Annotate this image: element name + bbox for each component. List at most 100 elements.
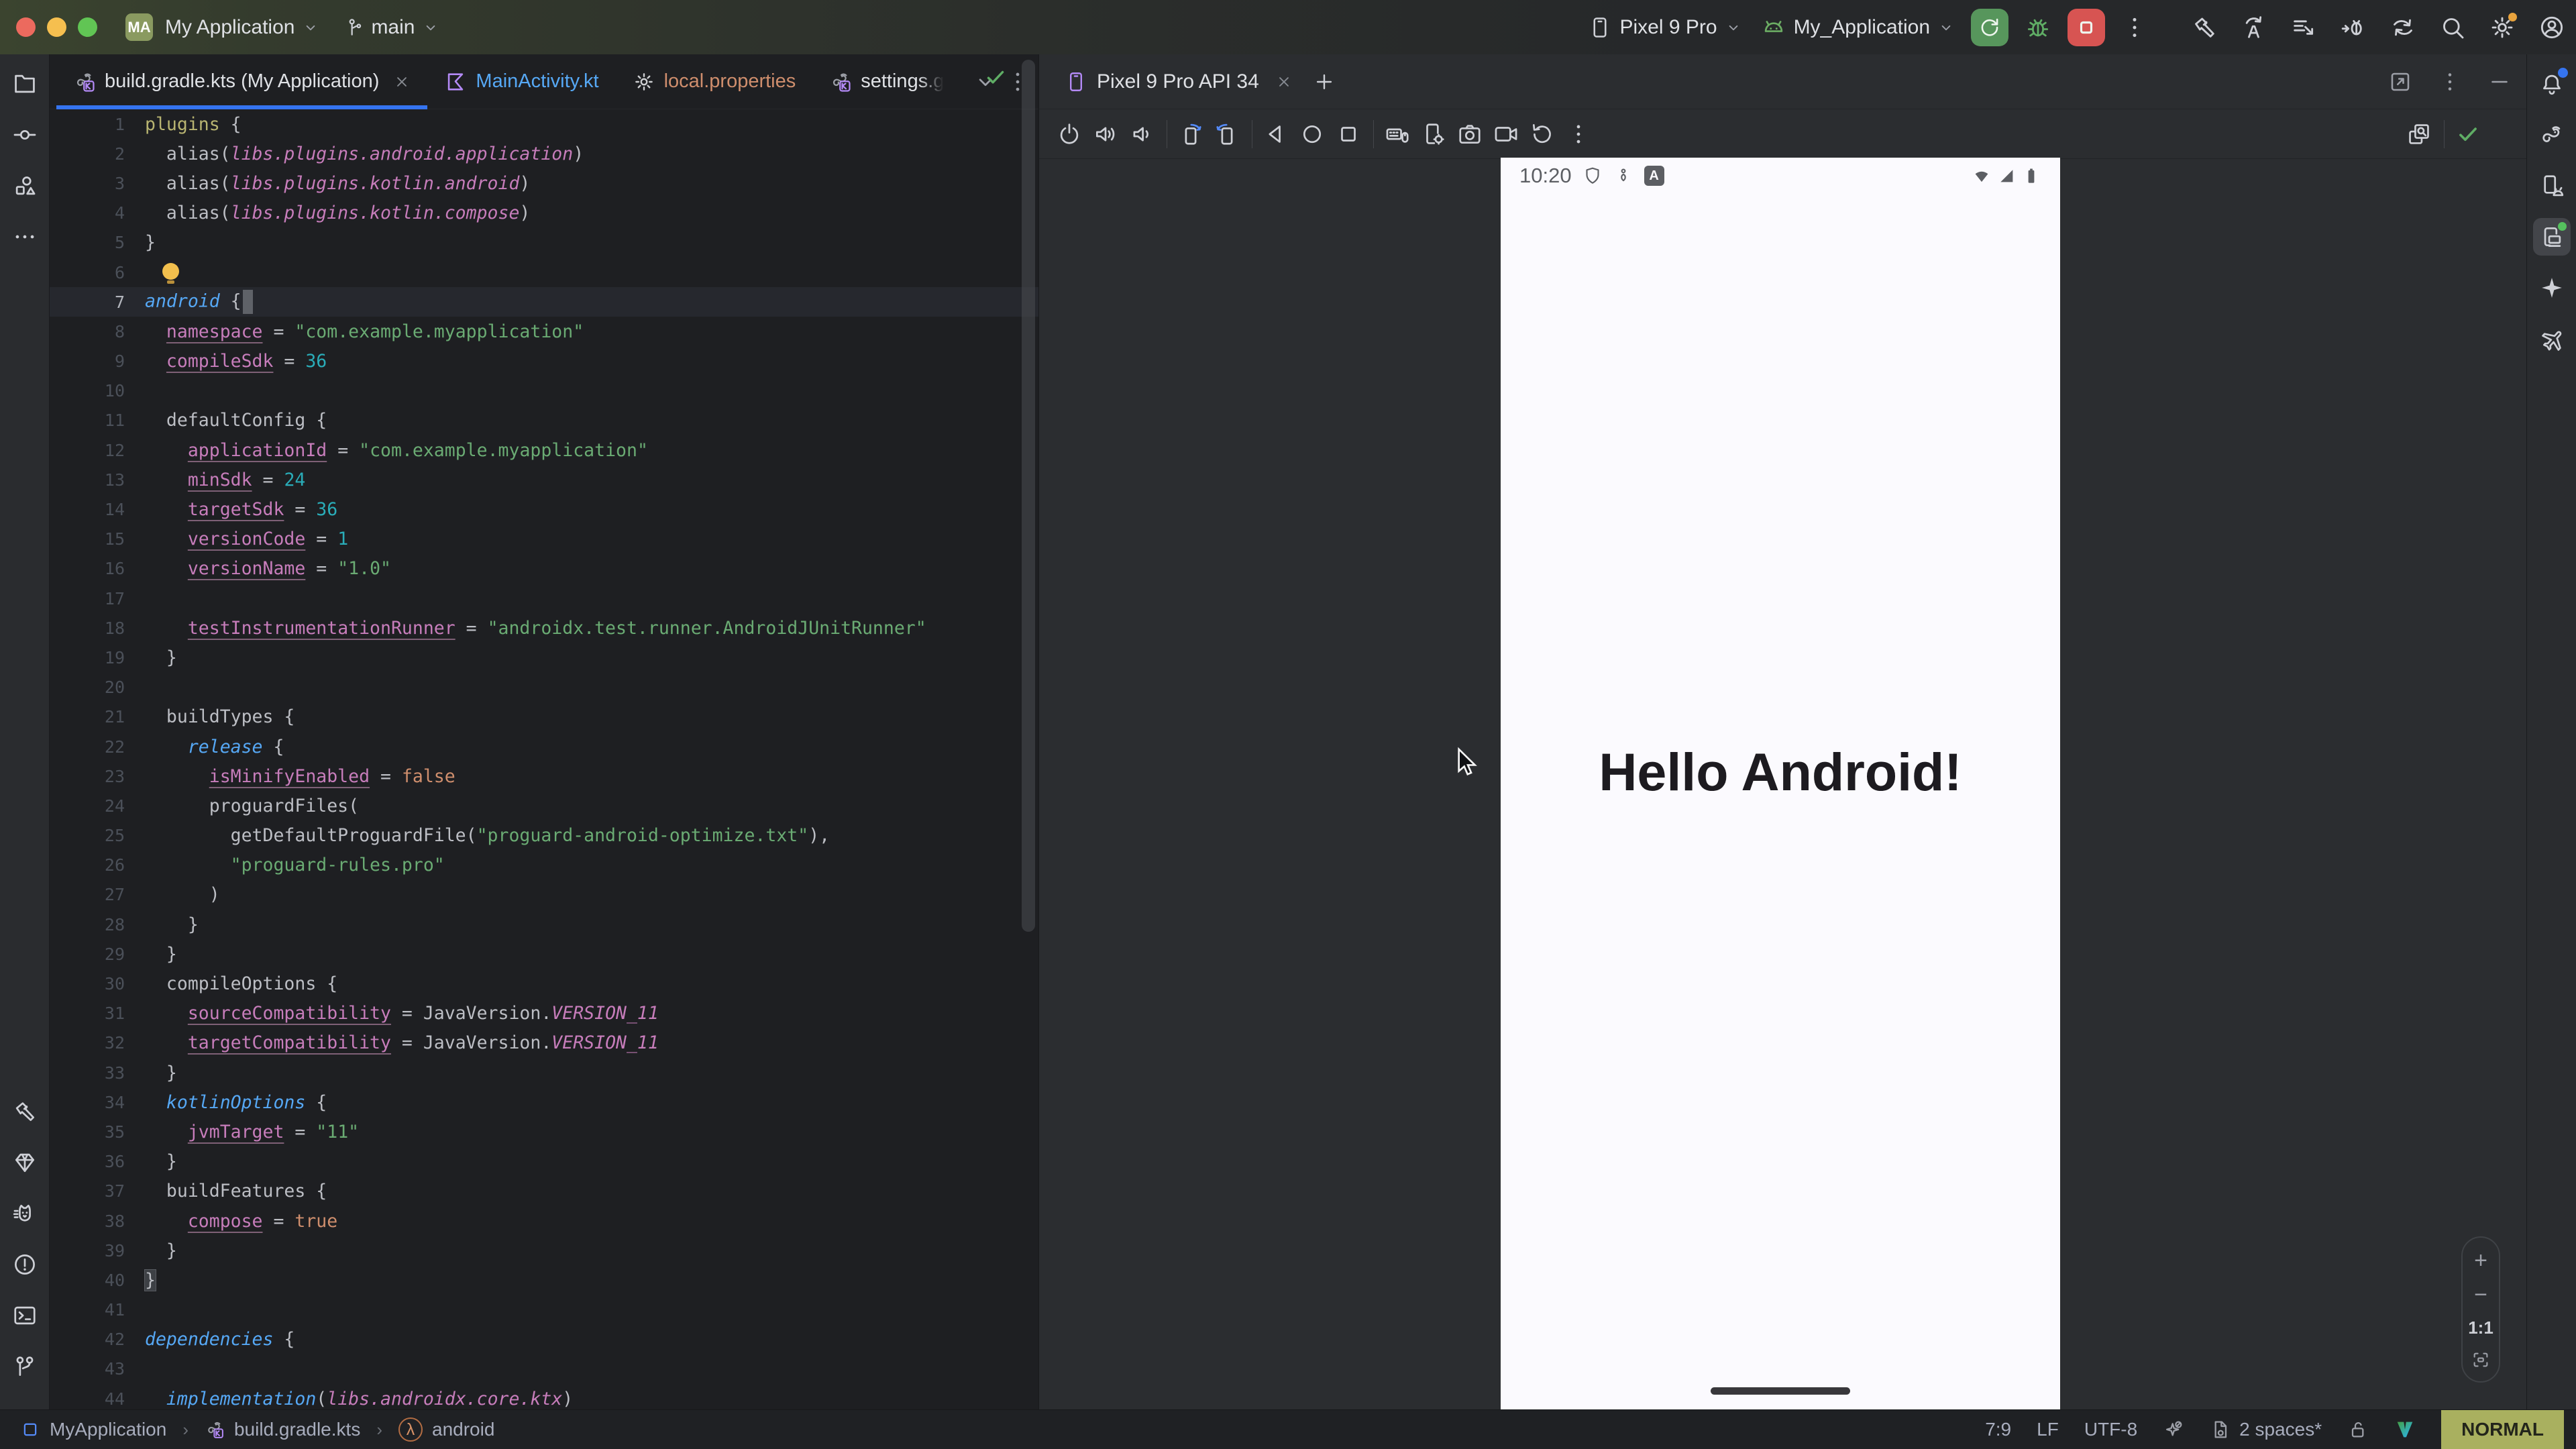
more-tool-windows-tool-button[interactable] bbox=[6, 218, 44, 256]
gesture-navigation-handle[interactable] bbox=[1711, 1387, 1850, 1395]
editor-tab[interactable]: MainActivity.kt bbox=[427, 54, 615, 109]
back-icon[interactable] bbox=[1263, 121, 1289, 147]
line-number: 4 bbox=[50, 203, 145, 223]
more-tool-windows-icon bbox=[12, 224, 38, 250]
minimize-window-button[interactable] bbox=[47, 17, 66, 37]
open-in-new-window-icon[interactable] bbox=[2388, 70, 2412, 94]
breadcrumb-element[interactable]: android bbox=[432, 1419, 494, 1440]
indent-widget[interactable]: 2 spaces* bbox=[2210, 1419, 2322, 1440]
debug-button[interactable] bbox=[2025, 14, 2051, 41]
attach-debugger-icon[interactable] bbox=[2340, 14, 2367, 41]
search-icon[interactable] bbox=[2439, 14, 2466, 41]
close-window-button[interactable] bbox=[16, 17, 36, 37]
run-button[interactable] bbox=[1971, 9, 2008, 46]
build-hammer-icon[interactable] bbox=[2191, 14, 2218, 41]
breadcrumb-project[interactable]: MyApplication bbox=[50, 1419, 166, 1440]
hardware-input-icon[interactable] bbox=[1385, 121, 1410, 147]
profiler-icon[interactable] bbox=[2290, 14, 2317, 41]
screenshot-icon[interactable] bbox=[1457, 121, 1483, 147]
volume-down-icon[interactable] bbox=[1129, 121, 1155, 147]
rotate-left-icon[interactable] bbox=[1178, 121, 1203, 147]
wifi-icon bbox=[1972, 166, 1992, 186]
shield-icon bbox=[1582, 166, 1603, 186]
run-configuration-selector[interactable]: My_Application bbox=[1761, 15, 1955, 40]
intention-bulb-icon[interactable] bbox=[162, 263, 179, 280]
code-line: 14 targetSdk = 36 bbox=[50, 494, 1038, 524]
build-hammer-tool-button[interactable] bbox=[6, 1093, 44, 1130]
emulator-toolbar bbox=[1039, 109, 2526, 159]
editor-scrollbar[interactable] bbox=[1022, 60, 1035, 932]
code-line: 41 bbox=[50, 1295, 1038, 1325]
terminal-tool-button[interactable] bbox=[6, 1297, 44, 1334]
account-icon[interactable] bbox=[2538, 14, 2565, 41]
snapshot-icon[interactable] bbox=[1529, 121, 1555, 147]
device-settings-icon[interactable] bbox=[1421, 121, 1446, 147]
line-number: 11 bbox=[50, 411, 145, 430]
resource-manager-tool-button[interactable] bbox=[6, 167, 44, 205]
device-selector[interactable]: Pixel 9 Pro bbox=[1588, 15, 1741, 40]
gradle-file-icon bbox=[205, 1419, 225, 1440]
editor-tab[interactable]: build.gradle.kts (My Application) bbox=[56, 54, 427, 109]
gemini-tool-button[interactable] bbox=[2533, 269, 2571, 307]
code-editor[interactable]: 1plugins {2 alias(libs.plugins.android.a… bbox=[50, 109, 1038, 1409]
device-status-bar: 10:20 A bbox=[1501, 158, 2060, 194]
gradle-file-icon bbox=[829, 70, 852, 93]
zoom-out-button[interactable]: − bbox=[2474, 1283, 2487, 1306]
code-line: 11 defaultConfig { bbox=[50, 406, 1038, 435]
status-ok-icon[interactable] bbox=[2455, 121, 2481, 147]
code-line: 17 bbox=[50, 584, 1038, 613]
volume-up-icon[interactable] bbox=[1093, 121, 1118, 147]
vim-plugin-icon[interactable] bbox=[2394, 1419, 2416, 1440]
project-selector[interactable]: My Application bbox=[165, 16, 319, 39]
encoding-widget[interactable]: UTF-8 bbox=[2084, 1419, 2137, 1440]
rotate-right-icon[interactable] bbox=[1214, 121, 1240, 147]
inspections-ok-icon[interactable] bbox=[983, 65, 1008, 89]
project-folder-tool-button[interactable] bbox=[6, 65, 44, 103]
running-devices-tool-button[interactable] bbox=[2533, 218, 2571, 256]
ui-check-icon[interactable] bbox=[2406, 121, 2432, 147]
caret-position-widget[interactable]: 7:9 bbox=[1985, 1419, 2011, 1440]
logcat-tool-button[interactable] bbox=[6, 1195, 44, 1232]
fit-screen-icon[interactable] bbox=[2471, 1350, 2491, 1370]
app-quality-insights-tool-button[interactable] bbox=[6, 1144, 44, 1181]
close-icon[interactable] bbox=[393, 73, 411, 91]
device-manager-tool-button[interactable] bbox=[2533, 167, 2571, 205]
editor-tab[interactable]: settings.g bbox=[812, 54, 961, 109]
breadcrumb-file[interactable]: build.gradle.kts bbox=[234, 1419, 360, 1440]
gradle-tool-button[interactable] bbox=[2533, 116, 2571, 154]
device-screen[interactable]: 10:20 A Hello Android! bbox=[1501, 158, 2060, 1409]
home-icon[interactable] bbox=[1299, 121, 1325, 147]
notifications-bell-tool-button[interactable] bbox=[2533, 65, 2571, 103]
hide-icon[interactable] bbox=[2487, 70, 2512, 94]
close-icon[interactable] bbox=[1275, 73, 1293, 91]
airplane-tool-button[interactable] bbox=[2533, 320, 2571, 358]
more-vertical-icon[interactable] bbox=[2438, 70, 2462, 94]
line-number: 27 bbox=[50, 885, 145, 904]
overview-icon[interactable] bbox=[1336, 121, 1361, 147]
screen-record-icon[interactable] bbox=[1493, 121, 1519, 147]
vim-mode-badge[interactable]: NORMAL bbox=[2441, 1410, 2564, 1449]
running-device-tab[interactable]: Pixel 9 Pro API 34 bbox=[1065, 70, 1293, 93]
stop-button[interactable] bbox=[2068, 9, 2105, 46]
code-line: 28 } bbox=[50, 910, 1038, 939]
titlebar: MA My Application main Pixel 9 Pro My_Ap… bbox=[0, 0, 2576, 54]
zoom-in-button[interactable]: + bbox=[2474, 1249, 2487, 1272]
breadcrumb[interactable]: MyApplication › build.gradle.kts › λ and… bbox=[20, 1417, 494, 1442]
unlocked-icon[interactable] bbox=[2347, 1419, 2369, 1440]
ai-assistant-disabled-icon[interactable] bbox=[2163, 1419, 2184, 1440]
vcs-branch-selector[interactable]: main bbox=[342, 16, 439, 39]
power-icon[interactable] bbox=[1057, 121, 1082, 147]
more-run-actions-button[interactable] bbox=[2121, 14, 2148, 41]
commit-tool-button[interactable] bbox=[6, 116, 44, 154]
version-control-tool-button[interactable] bbox=[6, 1348, 44, 1385]
apply-changes-icon[interactable] bbox=[2241, 14, 2267, 41]
settings-icon[interactable] bbox=[2489, 14, 2516, 41]
line-ending-widget[interactable]: LF bbox=[2037, 1419, 2059, 1440]
sync-gradle-icon[interactable] bbox=[2390, 14, 2416, 41]
add-device-button[interactable] bbox=[1313, 70, 1336, 93]
editor-tab[interactable]: local.properties bbox=[616, 54, 813, 109]
problems-tool-button[interactable] bbox=[6, 1246, 44, 1283]
maximize-window-button[interactable] bbox=[78, 17, 97, 37]
zoom-actual-size-button[interactable]: 1:1 bbox=[2468, 1318, 2493, 1338]
more-vertical-icon[interactable] bbox=[1566, 121, 1591, 147]
